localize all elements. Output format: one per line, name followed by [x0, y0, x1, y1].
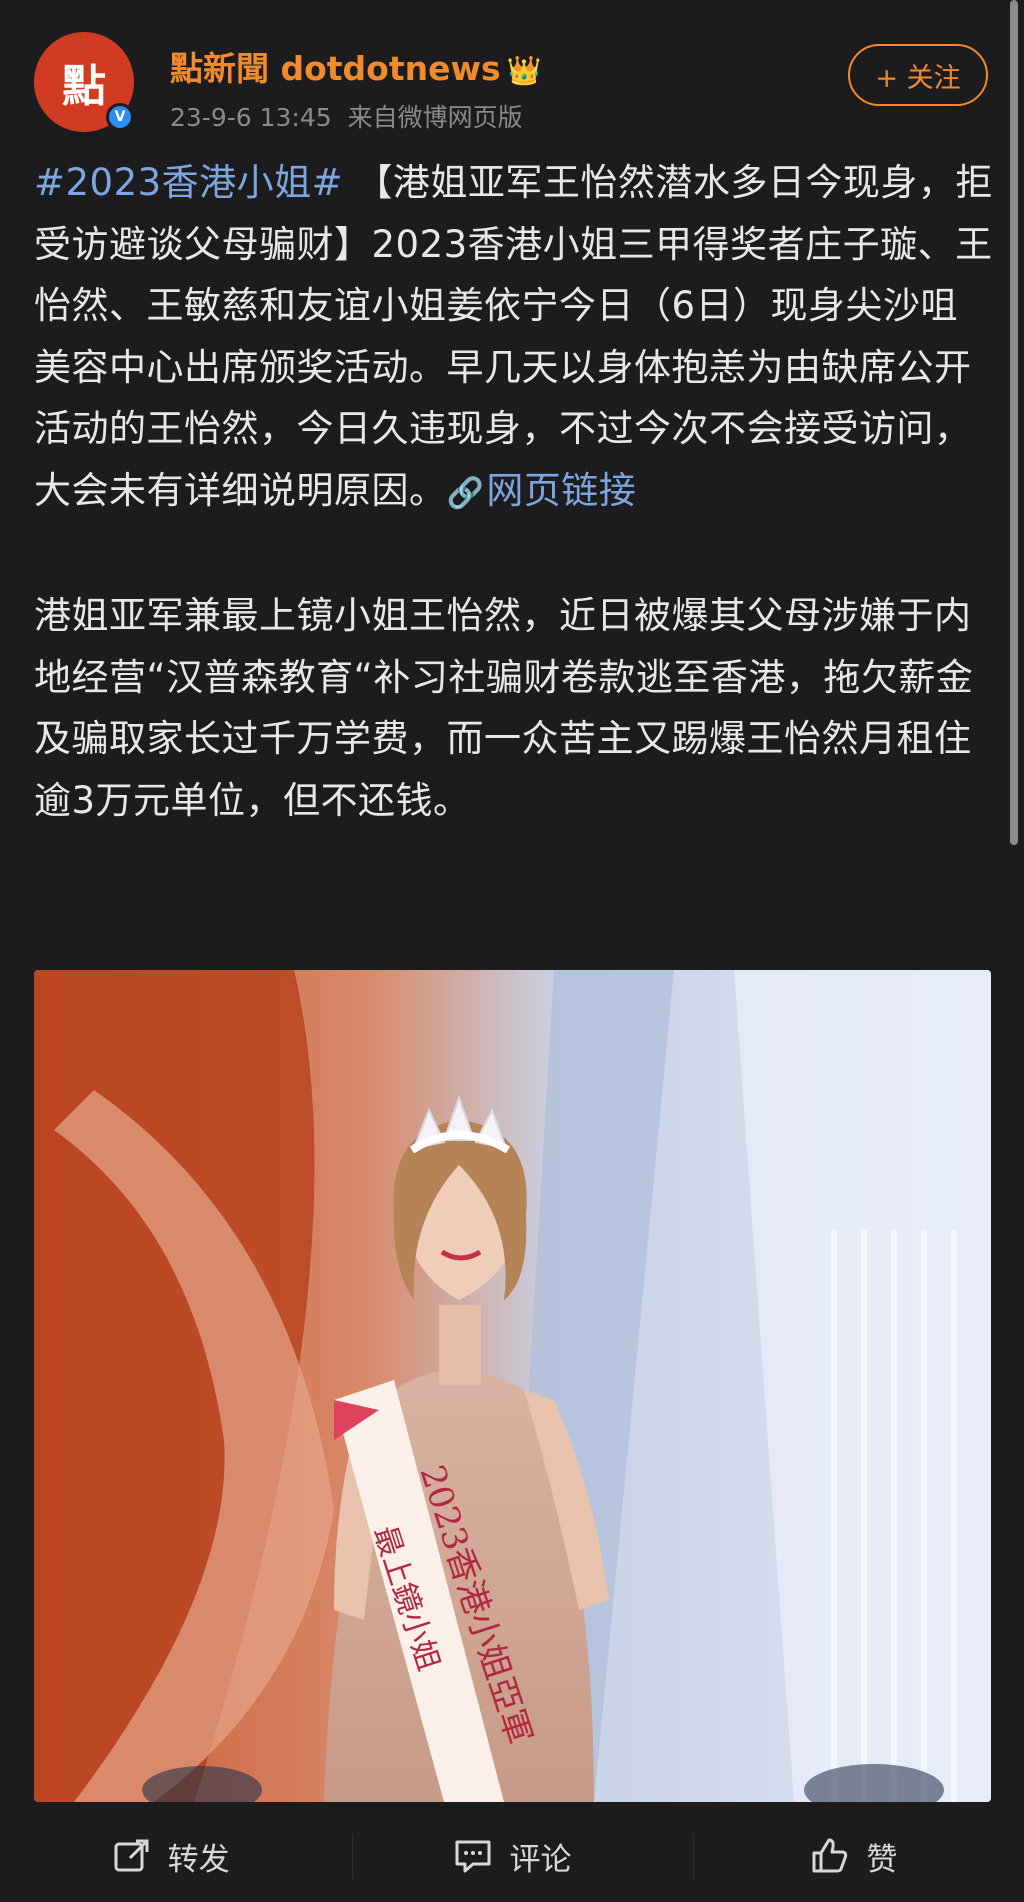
post-photo[interactable]: 2023香港小姐亞軍 最上鏡小姐 [34, 970, 991, 1802]
timestamp: 23-9-6 13:45 [170, 103, 332, 132]
comment-label: 评论 [509, 1841, 572, 1878]
crown-icon: 👑 [506, 54, 542, 87]
link-icon: 🔗 [446, 475, 485, 511]
follow-label: + 关注 [875, 62, 961, 94]
author-name-text: 點新聞 dotdotnews [170, 49, 501, 88]
post-header: 點 V 點新聞 dotdotnews 👑 23-9-6 13:45 来自微博网页版 … [0, 0, 1024, 150]
repost-icon [114, 1839, 149, 1872]
repost-label: 转发 [167, 1841, 230, 1878]
web-link[interactable]: 网页链接 [486, 469, 636, 512]
post-paragraph-1: #2023香港小姐# 【港姐亚军王怡然潜水多日今现身，拒受访避谈父母骗财】202… [34, 152, 994, 524]
hashtag-link[interactable]: #2023香港小姐# [34, 161, 343, 204]
pageant-photo-illustration: 2023香港小姐亞軍 最上鏡小姐 [34, 970, 991, 1802]
thumbs-up-icon [812, 1838, 848, 1873]
post-source: 来自微博网页版 [347, 103, 523, 132]
like-button[interactable]: 赞 [693, 1833, 1013, 1879]
verified-badge-icon: V [106, 103, 134, 131]
author-name[interactable]: 點新聞 dotdotnews 👑 [170, 42, 542, 90]
action-bar: 转发 评论 赞 [0, 1810, 1024, 1902]
follow-button[interactable]: + 关注 [848, 44, 988, 106]
comment-icon [455, 1840, 491, 1873]
post-paragraph-2: 港姐亚军兼最上镜小姐王怡然，近日被爆其父母涉嫌于内地经营“汉普森教育“补习社骗财… [34, 594, 974, 822]
like-label: 赞 [866, 1841, 898, 1878]
comment-button[interactable]: 评论 [351, 1833, 672, 1879]
post-meta: 23-9-6 13:45 来自微博网页版 [170, 98, 523, 134]
avatar-logo-text: 點 [62, 61, 106, 112]
repost-button[interactable]: 转发 [11, 1834, 331, 1879]
post-content: #2023香港小姐# 【港姐亚军王怡然潜水多日今现身，拒受访避谈父母骗财】202… [34, 152, 994, 831]
